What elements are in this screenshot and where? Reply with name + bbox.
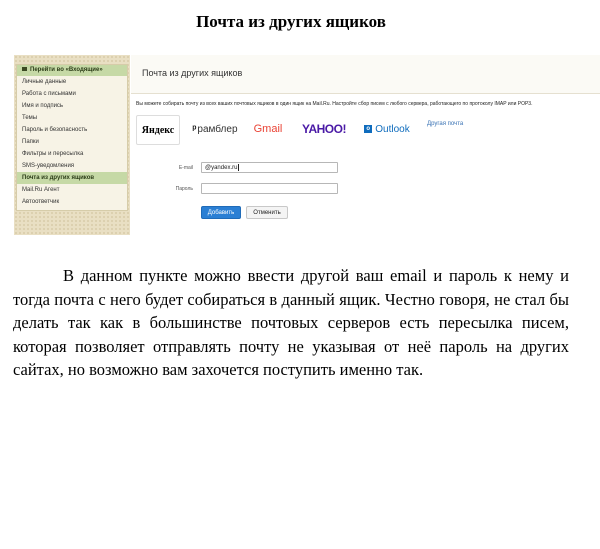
email-field[interactable]: @yandex.ru — [201, 162, 338, 173]
document-title: Почта из других ящиков — [196, 12, 386, 31]
settings-sidebar: Перейти во «Входящие» Личные данные Рабо… — [14, 55, 130, 235]
menu-item-security[interactable]: Пароль и безопасность — [17, 124, 127, 136]
main-title: Почта из других ящиков — [142, 68, 243, 78]
settings-main: Почта из других ящиков Вы можете собират… — [131, 55, 600, 235]
add-button[interactable]: Добавить — [201, 206, 241, 219]
inbox-link-label: Перейти во «Входящие» — [30, 67, 103, 73]
menu-item-mail-work[interactable]: Работа с письмами — [17, 88, 127, 100]
menu-item-themes[interactable]: Темы — [17, 112, 127, 124]
settings-menu: Перейти во «Входящие» Личные данные Рабо… — [16, 64, 128, 211]
menu-item-folders[interactable]: Папки — [17, 136, 127, 148]
email-label: E-mail — [178, 165, 193, 171]
menu-item-name-signature[interactable]: Имя и подпись — [17, 100, 127, 112]
inbox-link[interactable]: Перейти во «Входящие» — [17, 65, 127, 76]
gmail-logo: Gmail — [253, 123, 283, 135]
password-field[interactable] — [201, 183, 338, 194]
outlook-logo: Outlook — [375, 123, 410, 135]
outlook-icon: o — [364, 125, 373, 133]
main-header: Почта из других ящиков — [131, 55, 600, 94]
text-caret — [238, 163, 240, 171]
provider-yahoo[interactable]: YAHOO! — [301, 115, 347, 143]
provider-yandex[interactable]: Яндекс — [136, 115, 180, 145]
main-description: Вы можете собирать почту из всех ваших п… — [136, 101, 533, 107]
cancel-button[interactable]: Отменить — [246, 206, 288, 219]
yandex-logo: Яндекс — [141, 124, 175, 136]
menu-item-other-mailboxes[interactable]: Почта из других ящиков — [17, 172, 127, 184]
provider-gmail[interactable]: Gmail — [251, 115, 285, 143]
embedded-screenshot: Перейти во «Входящие» Личные данные Рабо… — [14, 55, 600, 235]
email-value: @yandex.ru — [205, 165, 238, 171]
password-label: Пароль — [175, 186, 193, 192]
provider-rambler[interactable]: ᵖ рамблер — [187, 115, 243, 143]
menu-item-autoreply[interactable]: Автоответчик — [17, 196, 127, 208]
menu-item-sms[interactable]: SMS-уведомления — [17, 160, 127, 172]
envelope-icon — [22, 67, 27, 72]
menu-item-agent[interactable]: Mail.Ru Агент — [17, 184, 127, 196]
rambler-logo: рамблер — [197, 123, 238, 135]
provider-other[interactable]: Другая почта — [427, 115, 463, 148]
provider-outlook[interactable]: o Outlook — [360, 115, 414, 143]
yahoo-logo: YAHOO! — [302, 122, 346, 136]
menu-item-personal[interactable]: Личные данные — [17, 76, 127, 88]
menu-item-filters[interactable]: Фильтры и пересылка — [17, 148, 127, 160]
rambler-icon: ᵖ — [192, 123, 197, 135]
body-paragraph: В данном пункте можно ввести другой ваш … — [13, 266, 569, 380]
